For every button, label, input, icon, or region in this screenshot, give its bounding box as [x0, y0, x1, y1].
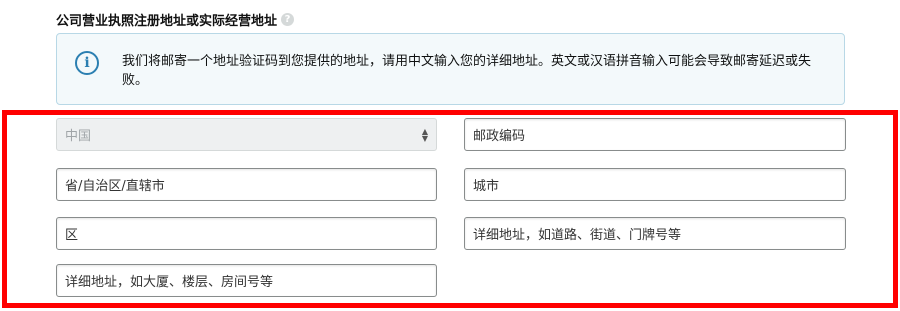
- info-alert: i 我们将邮寄一个地址验证码到您提供的地址，请用中文输入您的详细地址。英文或汉语…: [56, 33, 845, 105]
- country-select-value: 中国: [65, 129, 92, 144]
- info-circle-icon: i: [75, 51, 99, 75]
- city-placeholder: 城市: [473, 179, 500, 194]
- postal-code-placeholder: 邮政编码: [473, 129, 526, 144]
- street-address-input[interactable]: 详细地址，如道路、街道、门牌号等: [464, 217, 846, 250]
- section-title: 公司营业执照注册地址或实际经营地址 ?: [56, 10, 295, 29]
- district-placeholder: 区: [65, 228, 79, 243]
- city-input[interactable]: 城市: [464, 168, 846, 201]
- province-input[interactable]: 省/自治区/直辖市: [56, 168, 437, 201]
- question-circle-icon[interactable]: ?: [281, 13, 295, 26]
- section-title-text: 公司营业执照注册地址或实际经营地址: [56, 14, 278, 29]
- province-placeholder: 省/自治区/直辖市: [65, 179, 165, 194]
- country-select[interactable]: 中国 ▲ ▼: [56, 118, 437, 151]
- building-address-input[interactable]: 详细地址，如大厦、楼层、房间号等: [56, 264, 437, 297]
- select-arrows-icon: ▲ ▼: [421, 127, 428, 143]
- postal-code-input[interactable]: 邮政编码: [464, 118, 846, 151]
- building-address-placeholder: 详细地址，如大厦、楼层、房间号等: [65, 275, 274, 290]
- street-address-placeholder: 详细地址，如道路、街道、门牌号等: [473, 228, 682, 243]
- info-message: 我们将邮寄一个地址验证码到您提供的地址，请用中文输入您的详细地址。英文或汉语拼音…: [122, 54, 812, 88]
- district-input[interactable]: 区: [56, 217, 437, 250]
